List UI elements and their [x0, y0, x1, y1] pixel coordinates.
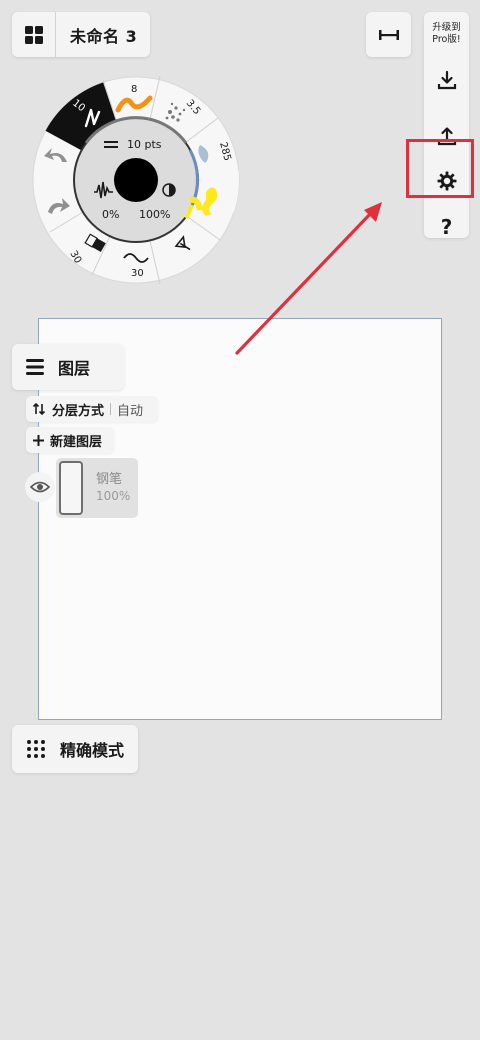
layer-thumbnail [59, 461, 83, 515]
layer-item[interactable]: 钢笔 100% [56, 458, 138, 518]
new-layer-button[interactable]: 新建图层 [26, 427, 114, 453]
layers-panel-header[interactable]: 图层 [12, 344, 124, 390]
opacity-max-label: 100% [139, 208, 170, 221]
plus-icon [26, 434, 50, 446]
divider [110, 403, 112, 415]
opacity-min-label: 0% [102, 208, 119, 221]
layer-mode-value: 自动 [117, 403, 144, 419]
brush-size-label-2: 8 [131, 84, 137, 95]
layers-title: 图层 [58, 359, 91, 378]
layer-mode-label: 分层方式 [52, 403, 105, 419]
precision-mode-label: 精确模式 [60, 741, 125, 760]
layer-name: 钢笔 [96, 472, 123, 487]
layer-mode-button[interactable]: 分层方式 自动 [26, 396, 158, 422]
smooth-size-label: 30 [131, 268, 144, 279]
current-color-swatch[interactable] [114, 158, 158, 202]
brush-size-label[interactable]: 10 pts [127, 138, 162, 151]
layer-visibility-toggle[interactable] [25, 472, 55, 502]
precision-mode-button[interactable]: 精确模式 [12, 725, 138, 773]
sort-arrows-icon [26, 402, 52, 416]
eye-icon [30, 481, 50, 493]
brush-wheel: 10 pts 0% 100% 10 8 3.5 285 30 30 [32, 75, 240, 285]
layers-stack-icon [12, 358, 58, 376]
layer-opacity: 100% [96, 489, 131, 503]
dot-grid-icon [12, 739, 60, 759]
new-layer-label: 新建图层 [50, 434, 103, 450]
